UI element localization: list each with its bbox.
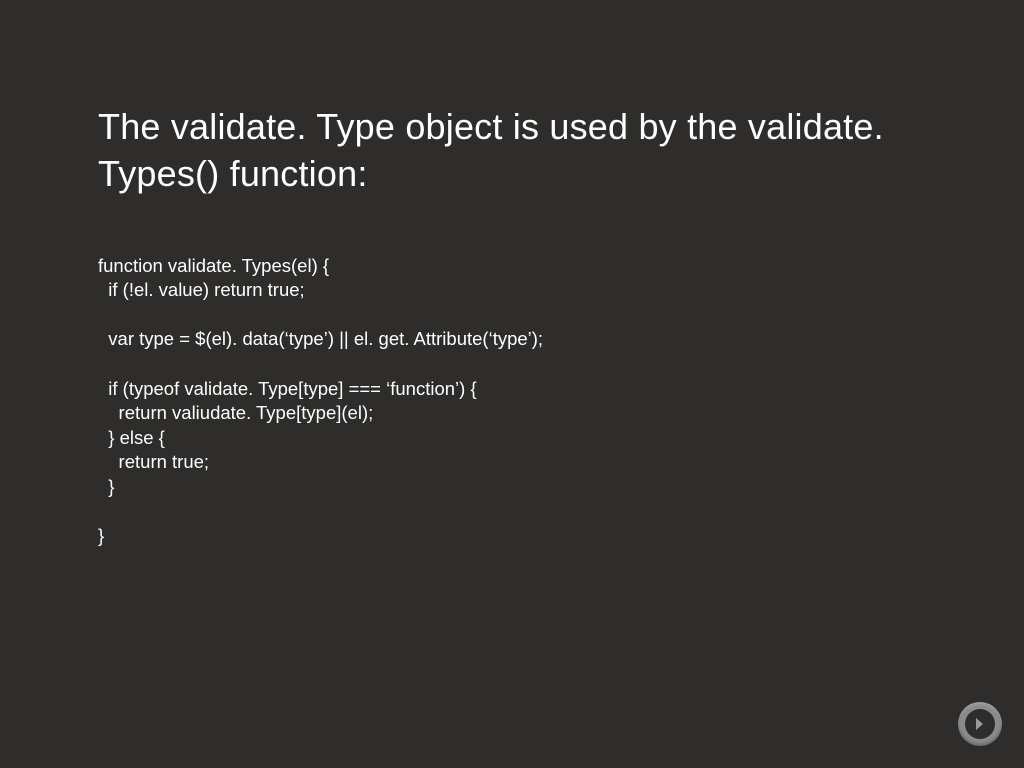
code-block: function validate. Types(el) { if (!el. … — [98, 254, 964, 549]
arrow-right-icon — [972, 716, 988, 732]
slide-content: The validate. Type object is used by the… — [0, 0, 1024, 549]
next-button[interactable] — [958, 702, 1002, 746]
slide-title: The validate. Type object is used by the… — [98, 104, 964, 198]
next-button-inner — [965, 709, 995, 739]
